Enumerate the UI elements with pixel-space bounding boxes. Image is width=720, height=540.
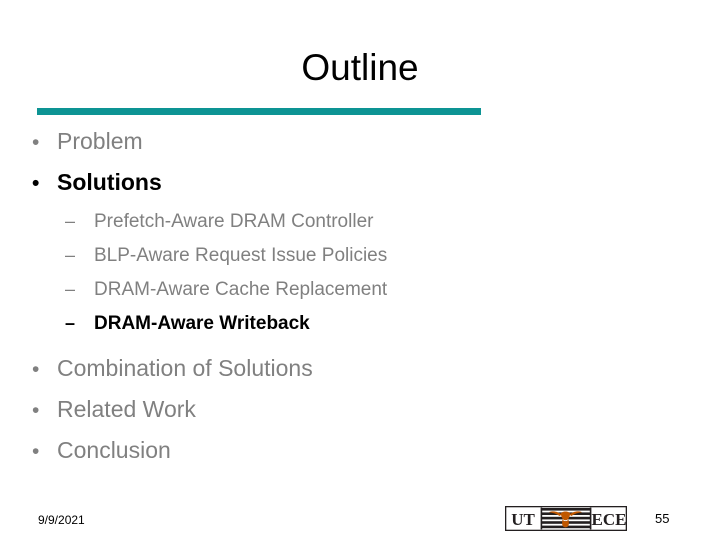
slide-canvas: Outline • Problem • Solutions – Prefetch-Awar… [0, 0, 720, 540]
footer-date: 9/9/2021 [38, 513, 85, 527]
outline-item-label: Prefetch-Aware DRAM Controller [94, 211, 374, 232]
footer-page-number: 55 [655, 511, 670, 526]
bullet-icon: • [32, 399, 40, 422]
title-divider-rule [37, 108, 481, 115]
list-group-spacer [0, 344, 620, 353]
bullet-icon: • [32, 358, 40, 381]
outline-subitem: – DRAM-Aware Cache Replacement [0, 276, 620, 310]
outline-item-label: DRAM-Aware Cache Replacement [94, 279, 388, 300]
outline-subitem: – DRAM-Aware Writeback [0, 310, 620, 344]
dash-icon: – [65, 279, 76, 299]
outline-item: • Combination of Solutions [0, 353, 620, 394]
logo-ece-text: ECE [592, 510, 627, 529]
outline-subitem: – BLP-Aware Request Issue Policies [0, 242, 620, 276]
outline-item: • Problem [0, 126, 620, 167]
outline-item-label: Problem [57, 128, 143, 154]
outline-item-label: Related Work [57, 396, 196, 422]
outline-item-label: Solutions [57, 169, 162, 195]
outline-list: • Problem • Solutions – Prefetch-Aware DRAM C… [0, 126, 620, 476]
outline-item-label: Conclusion [57, 437, 171, 463]
outline-item: • Solutions [0, 167, 620, 208]
page-title: Outline [301, 47, 419, 88]
outline-item: • Related Work [0, 394, 620, 435]
ut-ece-logo-graphic: UT ECE [505, 506, 627, 531]
outline-item-label: BLP-Aware Request Issue Policies [94, 245, 388, 266]
dash-icon: – [65, 313, 76, 333]
outline-item-label: Combination of Solutions [57, 355, 313, 381]
bullet-icon: • [32, 131, 40, 154]
dash-icon: – [65, 211, 76, 231]
ut-ece-logo: UT ECE [505, 506, 627, 531]
bullet-icon: • [32, 440, 40, 463]
outline-item-label: DRAM-Aware Writeback [94, 313, 310, 334]
logo-ut-text: UT [511, 510, 535, 529]
dash-icon: – [65, 245, 76, 265]
bullet-icon: • [32, 172, 40, 195]
outline-subitem: – Prefetch-Aware DRAM Controller [0, 208, 620, 242]
outline-item: • Conclusion [0, 435, 620, 476]
